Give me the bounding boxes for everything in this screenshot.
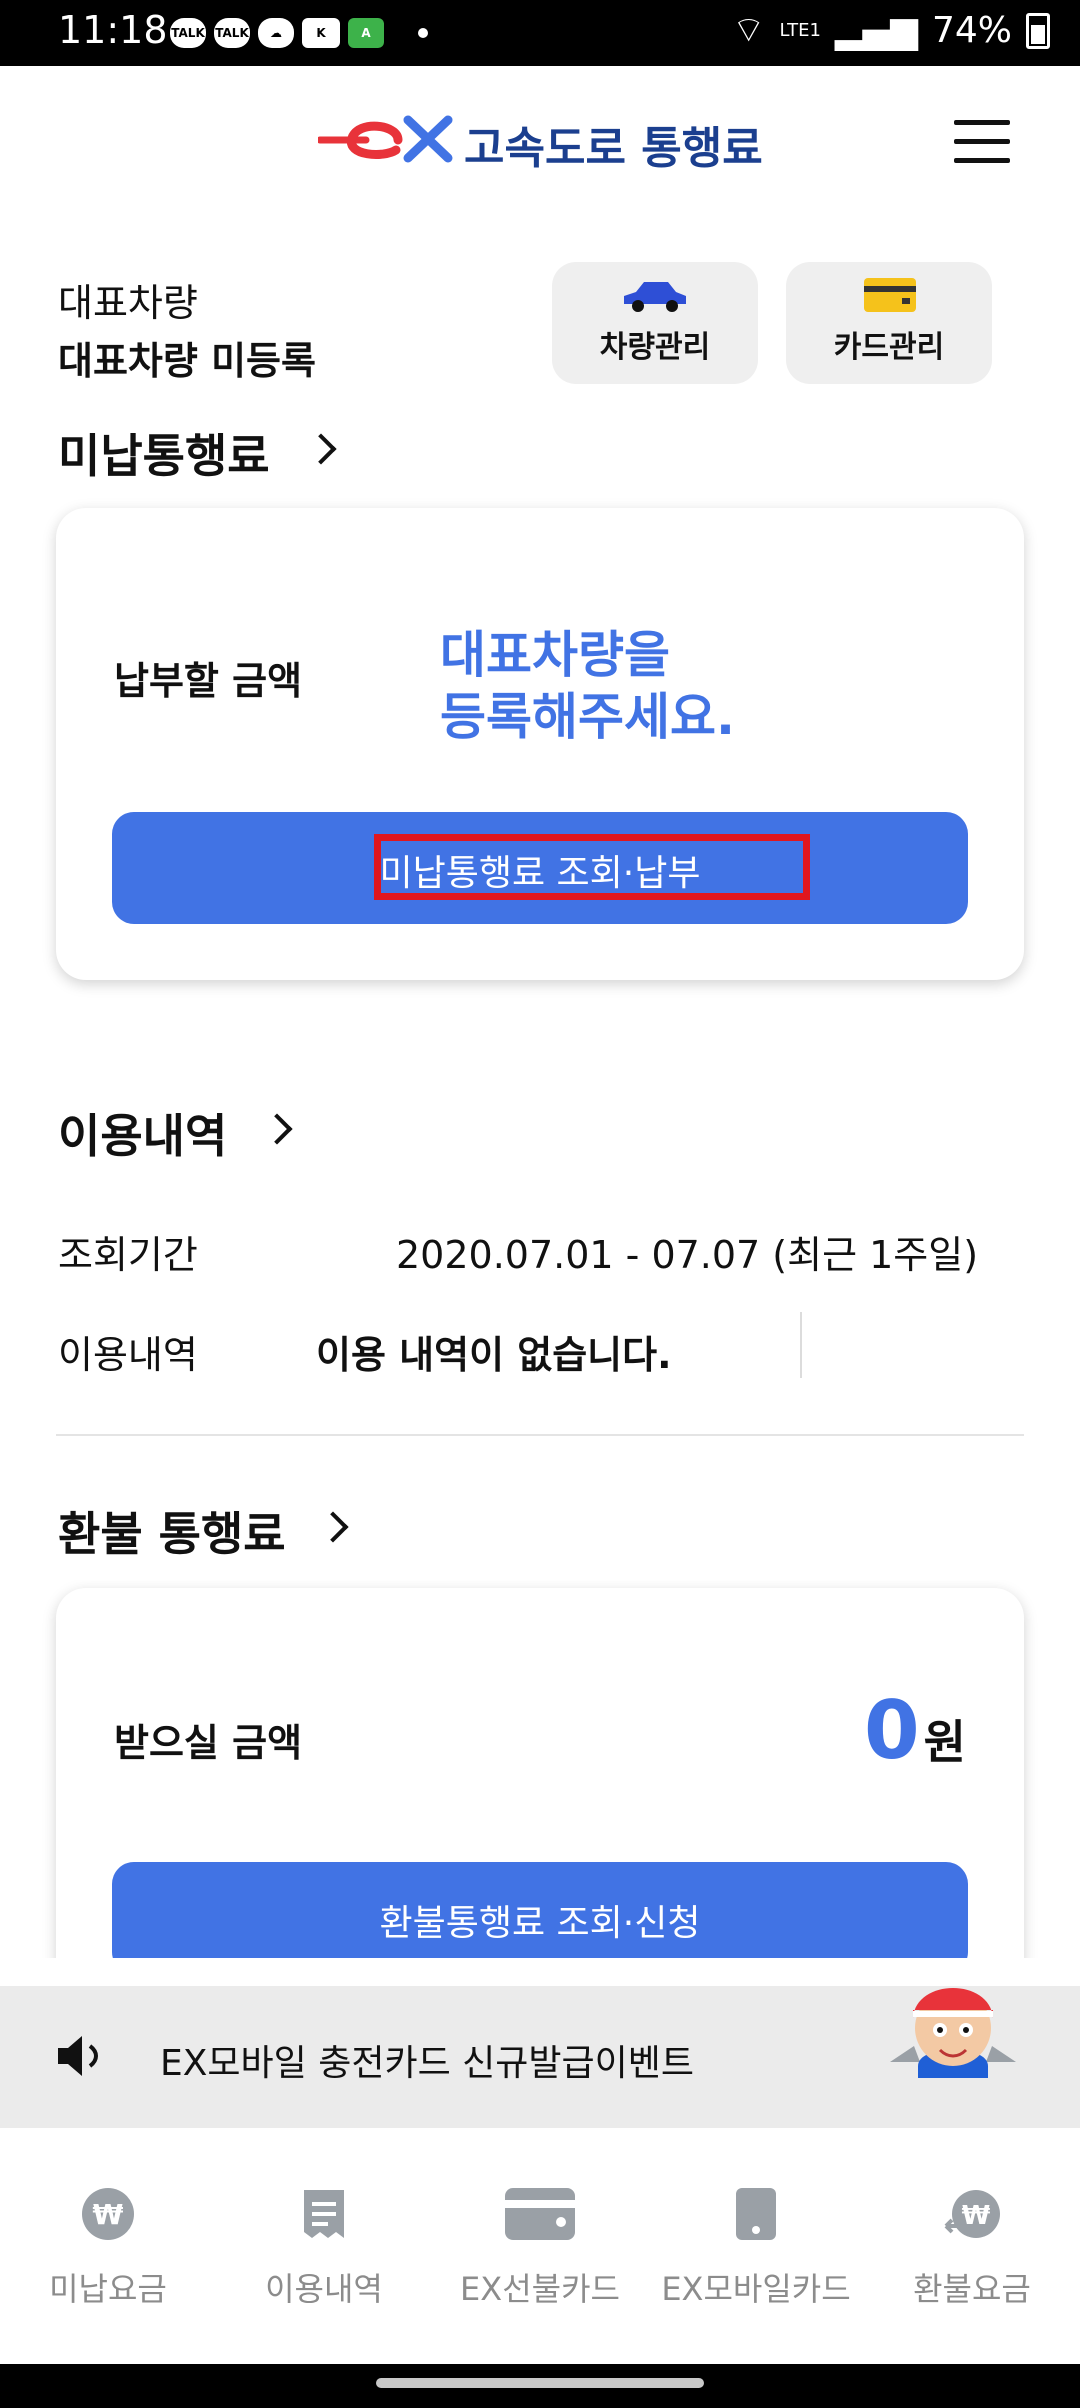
- kakaotalk-icon: TALK: [170, 18, 206, 48]
- nav-unpaid[interactable]: ₩ 미납요금: [0, 2128, 216, 2364]
- refund-inquiry-label: 환불통행료 조회·신청: [379, 1903, 701, 1944]
- unpaid-card: 납부할 금액 대표차량을 등록해주세요. 미납통행료 조회·납부: [56, 508, 1024, 980]
- divider: [800, 1312, 802, 1378]
- period-value: 2020.07.01 - 07.07 (최근 1주일): [396, 1233, 979, 1277]
- status-bar: 11:18 TALK TALK ☁ K A ⌔ LTE1 ▂▄▆ 74%: [0, 0, 1080, 66]
- nav-usage[interactable]: 이용내역: [216, 2128, 432, 2364]
- menu-icon: [954, 120, 1010, 125]
- refund-amount-value: 0: [864, 1684, 920, 1777]
- chevron-right-icon[interactable]: [261, 1113, 293, 1145]
- notice-text: EX모바일 충전카드 신규발급이벤트: [160, 2043, 694, 2084]
- nav-refund[interactable]: ₩ 환불요금: [864, 2128, 1080, 2364]
- svg-text:₩: ₩: [93, 2198, 124, 2231]
- receipt-icon: [296, 2186, 352, 2246]
- refund-section-title[interactable]: 환불 통행료: [58, 1498, 286, 1564]
- history-value: 이용 내역이 없습니다.: [316, 1333, 672, 1377]
- svg-text:₩: ₩: [962, 2201, 991, 2231]
- nav-mobile-card[interactable]: EX모바일카드: [648, 2128, 864, 2364]
- refund-amount-unit: 원: [923, 1715, 966, 1769]
- car-icon: [624, 282, 686, 312]
- wallet-card-icon: [503, 2186, 577, 2246]
- refund-card: 받으실 금액 0 원 환불통행료 조회·신청: [56, 1588, 1024, 1958]
- usage-section-title[interactable]: 이용내역: [58, 1100, 227, 1166]
- vehicle-manage-label: 차량관리: [599, 330, 711, 365]
- nav-prepaid-card[interactable]: EX선불카드: [432, 2128, 648, 2364]
- unpaid-inquiry-button[interactable]: 미납통행료 조회·납부: [112, 812, 968, 924]
- refund-card-viewport: 받으실 금액 0 원 환불통행료 조회·신청: [0, 1580, 1080, 1958]
- refund-amount: 0 원: [864, 1684, 966, 1777]
- cloud-icon: ☁: [258, 18, 294, 48]
- card-manage-label: 카드관리: [833, 330, 945, 365]
- chevron-right-icon[interactable]: [305, 433, 337, 465]
- kbank-icon: K: [302, 18, 340, 48]
- unpaid-inquiry-label: 미납통행료 조회·납부: [379, 853, 701, 894]
- kakaotalk-icon: TALK: [214, 18, 250, 48]
- refund-amount-label: 받으실 금액: [114, 1721, 303, 1765]
- status-right: ⌔ LTE1 ▂▄▆ 74%: [732, 8, 1050, 53]
- won-coin-icon: ₩: [80, 2186, 136, 2246]
- unpaid-section-title[interactable]: 미납통행료: [58, 420, 270, 486]
- unpaid-amount-label: 납부할 금액: [114, 659, 303, 703]
- speaker-icon: [58, 2036, 98, 2076]
- mobile-phone-icon: [734, 2186, 778, 2246]
- vehicle-label: 대표차량: [58, 281, 198, 325]
- menu-button[interactable]: [954, 120, 1010, 164]
- network-label: LTE1: [779, 19, 821, 41]
- period-label: 조회기간: [58, 1233, 198, 1277]
- more-notifications-icon: [418, 28, 428, 38]
- ex-logo[interactable]: [316, 114, 454, 168]
- home-indicator[interactable]: [376, 2378, 704, 2388]
- section-divider: [56, 1434, 1024, 1436]
- history-label: 이용내역: [58, 1333, 198, 1377]
- refund-inquiry-button[interactable]: 환불통행료 조회·신청: [112, 1862, 968, 1958]
- refund-coin-icon: ₩: [942, 2186, 1002, 2246]
- chevron-right-icon[interactable]: [317, 1511, 349, 1543]
- battery-icon: [1026, 12, 1050, 49]
- register-vehicle-message: 대표차량을 등록해주세요.: [440, 626, 735, 746]
- page-title: 고속도로 통행료: [464, 123, 763, 174]
- signal-icon: ▂▄▆: [834, 10, 918, 51]
- vehicle-manage-button[interactable]: 차량관리: [552, 262, 758, 384]
- battery-percent: 74%: [931, 10, 1012, 51]
- app-icon: A: [348, 18, 384, 48]
- status-time: 11:18: [58, 8, 168, 52]
- mascot-icon[interactable]: [886, 1966, 1020, 2090]
- card-icon: [864, 278, 916, 312]
- gesture-bar: [0, 2364, 1080, 2408]
- vehicle-value: 대표차량 미등록: [58, 339, 316, 383]
- card-manage-button[interactable]: 카드관리: [786, 262, 992, 384]
- wifi-icon: ⌔: [731, 10, 766, 51]
